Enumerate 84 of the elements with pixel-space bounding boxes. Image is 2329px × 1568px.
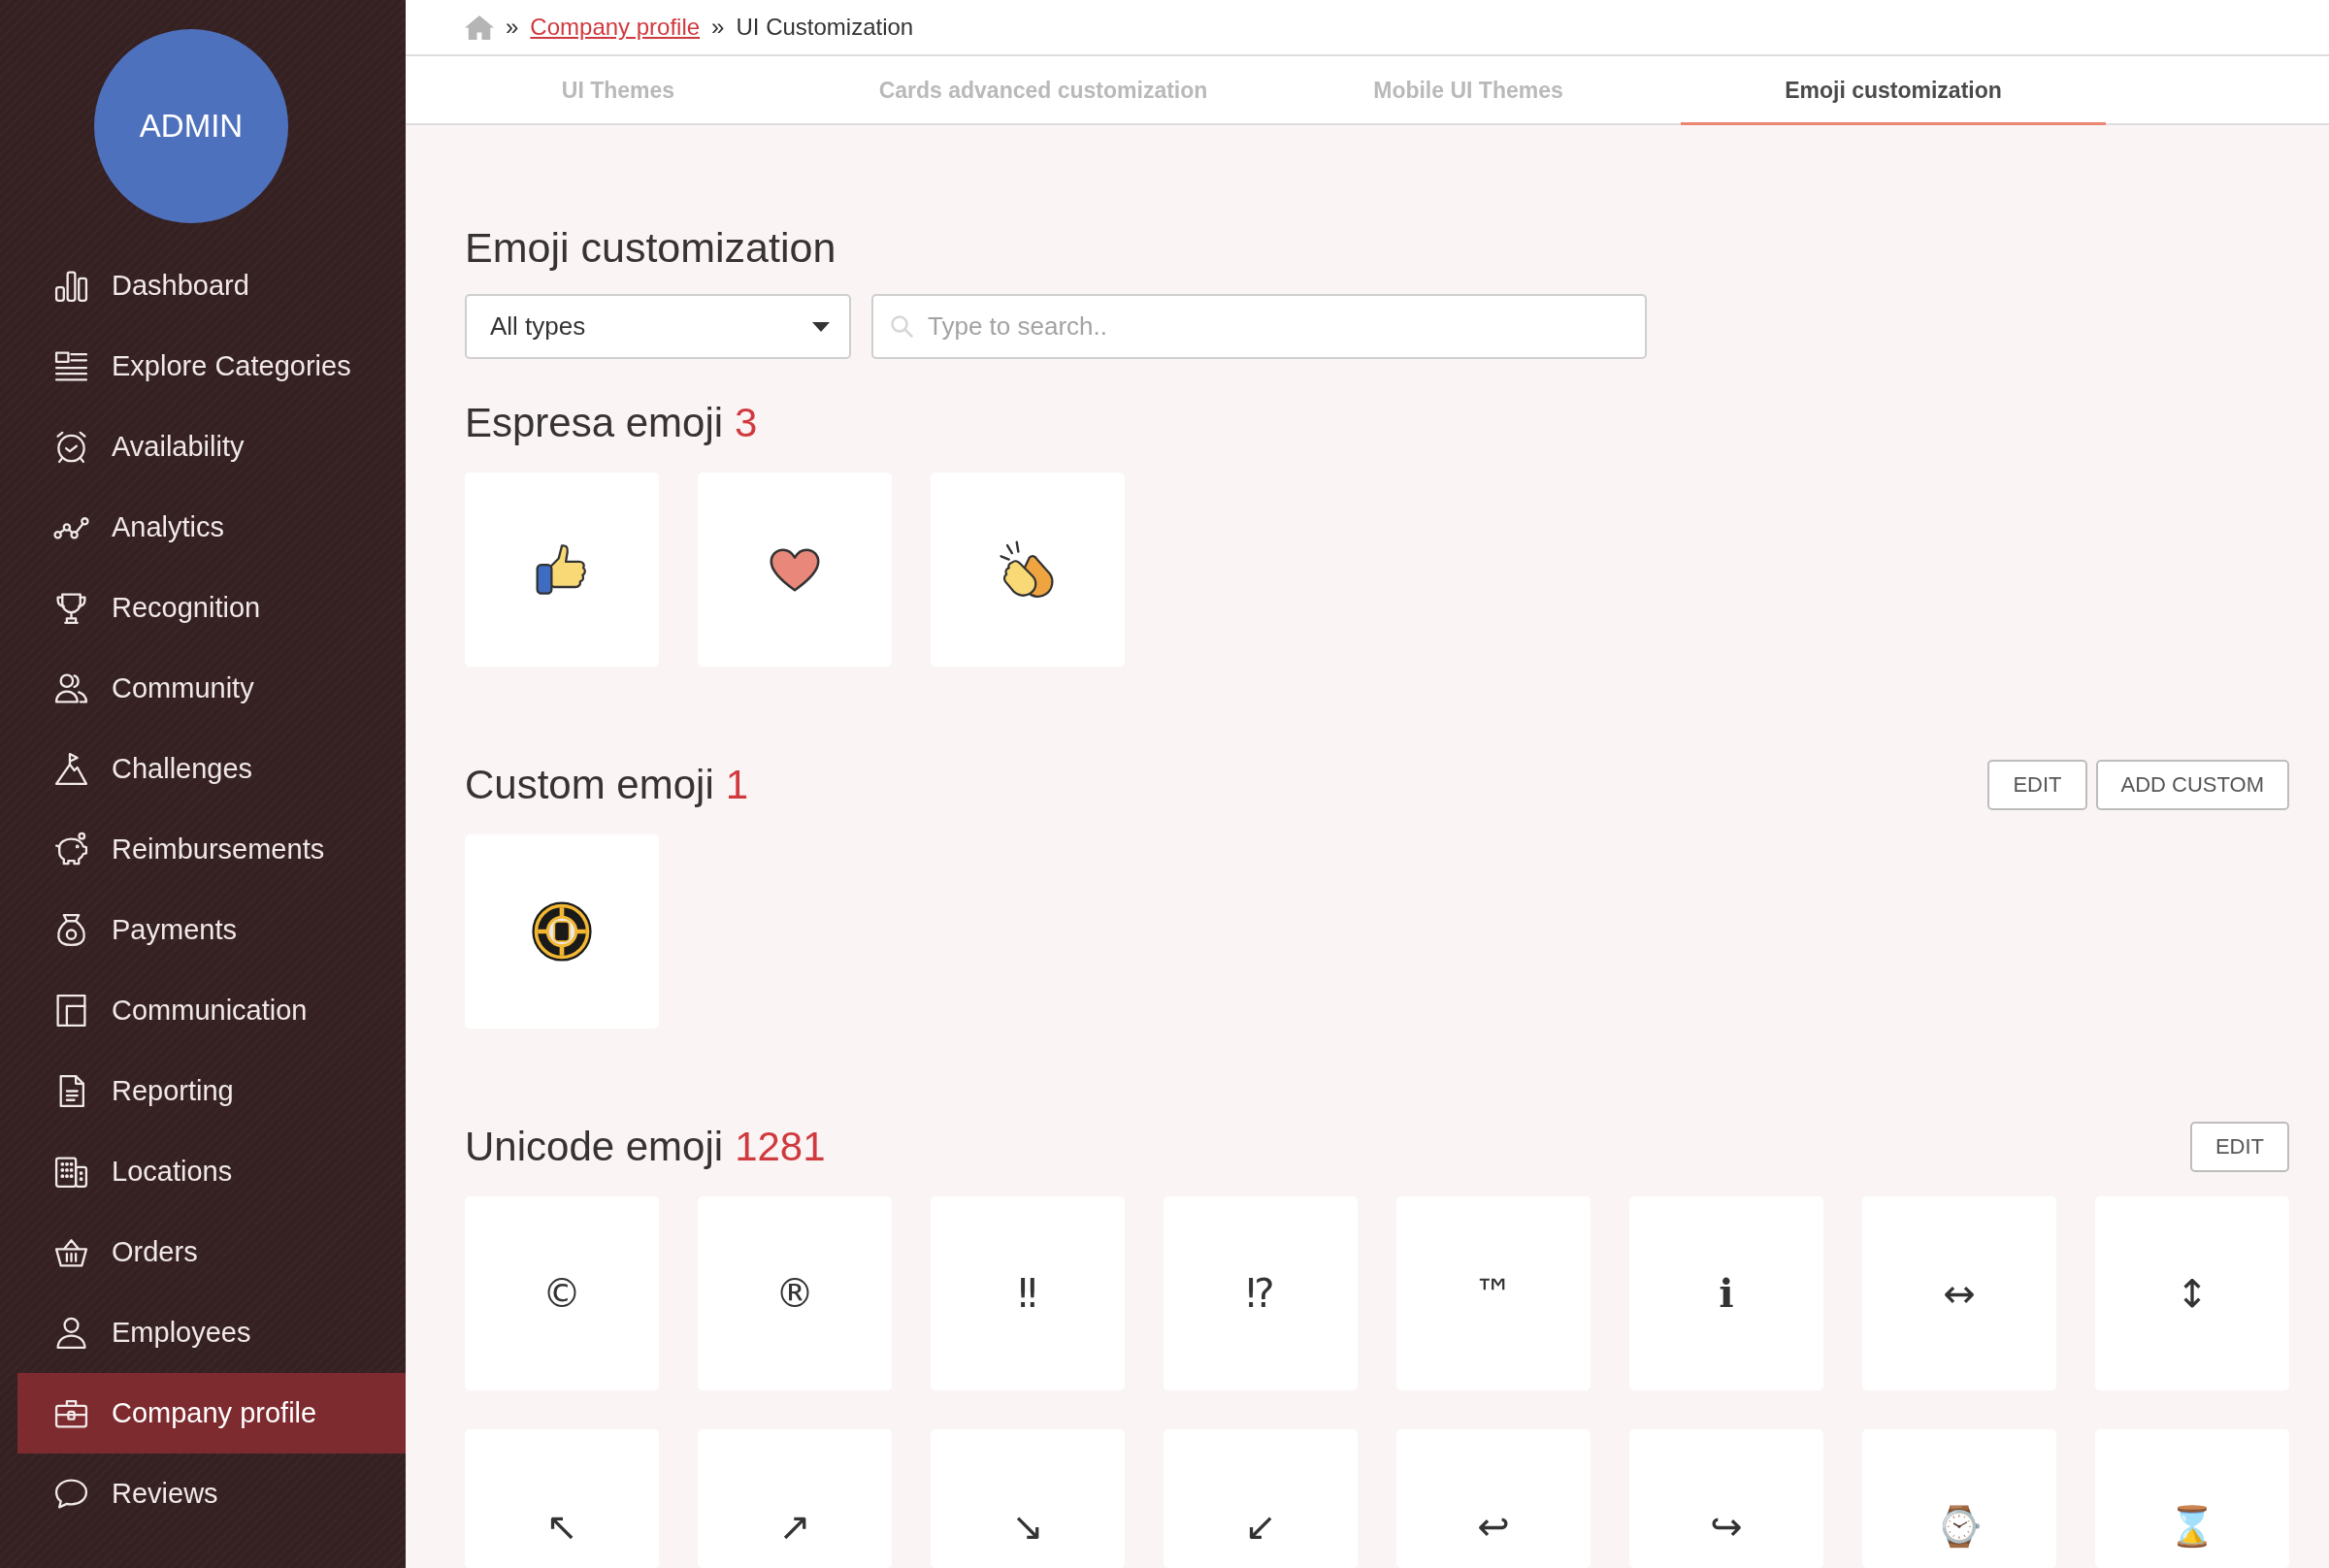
emoji-tile[interactable] bbox=[465, 473, 659, 667]
emoji-tile[interactable]: ‼ bbox=[931, 1196, 1125, 1390]
thumbs-up-icon bbox=[536, 543, 588, 596]
piggy-bank-icon bbox=[53, 832, 89, 867]
emoji-character: ® bbox=[775, 1274, 814, 1313]
emoji-tile[interactable]: ℹ bbox=[1629, 1196, 1823, 1390]
sidebar-item[interactable]: Explore Categories bbox=[17, 326, 406, 407]
emoji-character: ↔ bbox=[1943, 1274, 1976, 1313]
heart-icon bbox=[770, 547, 820, 592]
emoji-tile[interactable]: ↗ bbox=[698, 1429, 892, 1568]
action-button[interactable]: EDIT bbox=[1987, 760, 2087, 810]
sidebar-item[interactable]: Orders bbox=[17, 1212, 406, 1292]
clapping-hands-icon bbox=[1000, 540, 1056, 599]
emoji-character: ↪ bbox=[1710, 1507, 1743, 1546]
emoji-character: ℹ bbox=[1719, 1274, 1734, 1313]
section-title: Custom emoji bbox=[465, 762, 714, 808]
emoji-tile[interactable]: ⌚ bbox=[1862, 1429, 2056, 1568]
mountain-flag-icon bbox=[53, 751, 89, 787]
breadcrumb-link[interactable]: Company profile bbox=[530, 14, 701, 41]
emoji-character: ⁉ bbox=[1246, 1274, 1275, 1313]
sidebar-item[interactable]: Availability bbox=[17, 407, 406, 487]
sidebar-item[interactable]: Reviews bbox=[17, 1454, 406, 1534]
caret-icon bbox=[812, 321, 830, 332]
alarm-clock-icon bbox=[53, 429, 89, 465]
emoji-character: ↩ bbox=[1477, 1507, 1510, 1546]
emoji-character: ‼ bbox=[1018, 1274, 1037, 1313]
sidebar-item[interactable]: Dashboard bbox=[17, 245, 406, 326]
emoji-character: ™ bbox=[1474, 1274, 1513, 1313]
sidebar-item[interactable]: Company profile bbox=[17, 1373, 406, 1454]
section-title: Unicode emoji bbox=[465, 1124, 724, 1170]
emoji-character: ⌚ bbox=[1935, 1507, 1984, 1546]
section-count: 1 bbox=[725, 762, 749, 808]
emoji-tile[interactable]: ⁉ bbox=[1164, 1196, 1358, 1390]
emoji-tile[interactable] bbox=[698, 473, 892, 667]
section-count: 1281 bbox=[735, 1124, 826, 1170]
trophy-icon bbox=[53, 590, 89, 626]
emoji-character: ↘ bbox=[1011, 1507, 1044, 1546]
emoji-tile[interactable]: © bbox=[465, 1196, 659, 1390]
emoji-tile[interactable]: ↔ bbox=[1862, 1196, 2056, 1390]
bar-chart-icon bbox=[53, 268, 89, 304]
emoji-character: ↕ bbox=[2176, 1274, 2209, 1313]
action-button[interactable]: ADD CUSTOM bbox=[2095, 760, 2289, 810]
section-title: Espresa emoji bbox=[465, 400, 724, 446]
page-title: Emoji customization bbox=[465, 223, 836, 273]
sidebar-item[interactable]: Analytics bbox=[17, 487, 406, 568]
search-icon bbox=[890, 314, 913, 338]
emoji-tile[interactable]: ↩ bbox=[1396, 1429, 1591, 1568]
emoji-character: ↖ bbox=[545, 1507, 578, 1546]
sidebar-item[interactable]: Communication bbox=[17, 970, 406, 1051]
emoji-tile[interactable] bbox=[931, 473, 1125, 667]
emoji-character: ⌛ bbox=[2168, 1507, 2216, 1546]
emoji-tile[interactable] bbox=[465, 834, 659, 1029]
sidebar-item[interactable]: Locations bbox=[17, 1131, 406, 1212]
sidebar-item[interactable]: Recognition bbox=[17, 568, 406, 648]
emoji-character: ↗ bbox=[778, 1507, 811, 1546]
sidebar-item[interactable]: Employees bbox=[17, 1292, 406, 1373]
emoji-tile[interactable]: ↙ bbox=[1164, 1429, 1358, 1568]
sidebar-item[interactable]: Reimbursements bbox=[17, 809, 406, 890]
article-list-icon bbox=[53, 348, 89, 384]
action-button[interactable]: EDIT bbox=[2189, 1122, 2289, 1172]
emoji-tile[interactable]: ↕ bbox=[2095, 1196, 2289, 1390]
emoji-tile[interactable]: ↘ bbox=[931, 1429, 1125, 1568]
emoji-tile[interactable]: ↪ bbox=[1629, 1429, 1823, 1568]
search-field[interactable]: Type to search.. bbox=[871, 294, 1647, 359]
emoji-tile[interactable]: ↖ bbox=[465, 1429, 659, 1568]
buildings-icon bbox=[53, 1154, 89, 1190]
emoji-tile[interactable]: ™ bbox=[1396, 1196, 1591, 1390]
sidebar-item[interactable]: Community bbox=[17, 648, 406, 729]
breadcrumb-separator: » bbox=[711, 14, 725, 41]
emoji-character: © bbox=[542, 1274, 581, 1313]
section-count: 3 bbox=[735, 400, 758, 446]
breadcrumb-current: UI Customization bbox=[736, 14, 914, 41]
round-emblem-icon bbox=[532, 901, 592, 962]
emoji-character: ↙ bbox=[1244, 1507, 1277, 1546]
tab[interactable]: Emoji customization bbox=[1681, 56, 2106, 125]
admin-avatar: ADMIN bbox=[94, 29, 288, 223]
sidebar-item[interactable]: Reporting bbox=[17, 1051, 406, 1131]
sidebar-item[interactable]: Payments bbox=[17, 890, 406, 970]
emoji-tile[interactable]: ® bbox=[698, 1196, 892, 1390]
sidebar-item[interactable]: Challenges bbox=[17, 729, 406, 809]
home-icon[interactable] bbox=[465, 15, 494, 40]
layout-icon bbox=[53, 993, 89, 1029]
type-select[interactable]: All types bbox=[465, 294, 851, 359]
breadcrumb-separator: » bbox=[506, 14, 519, 41]
